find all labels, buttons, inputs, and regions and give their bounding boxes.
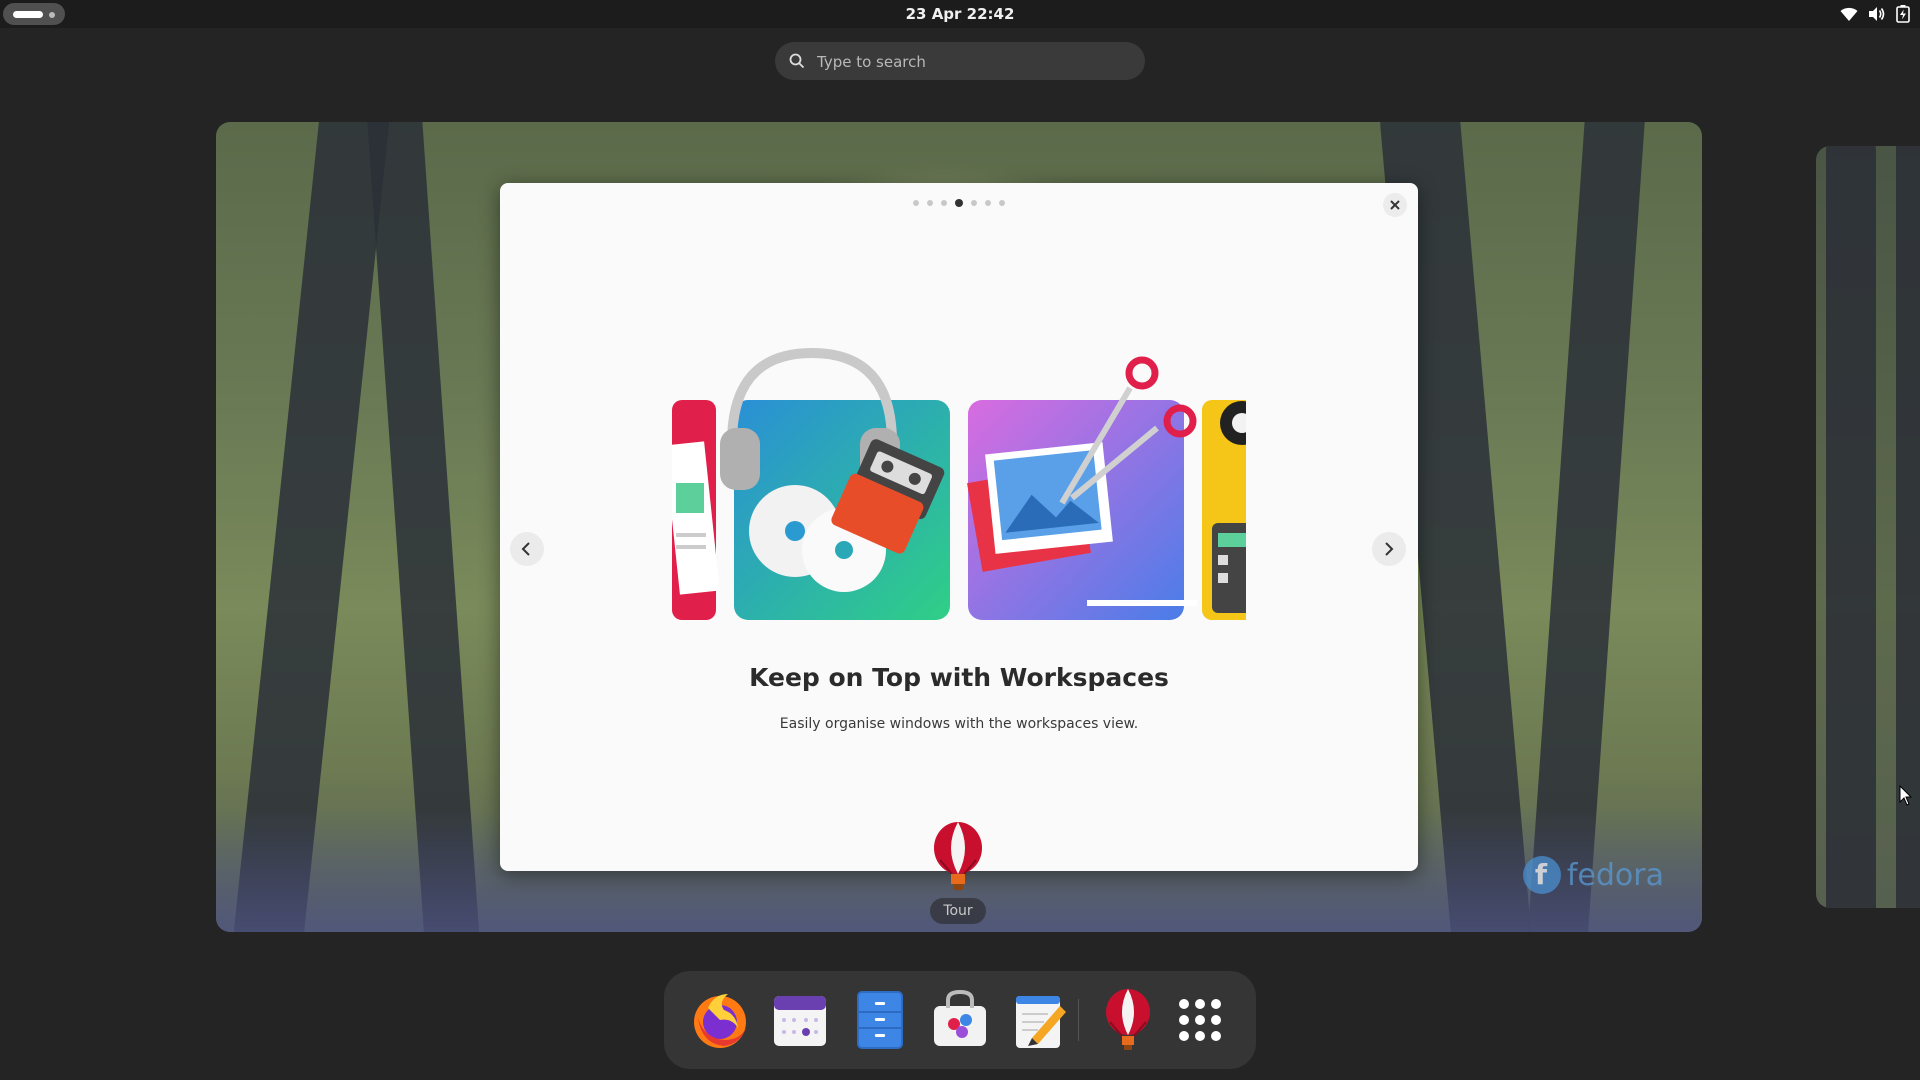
page-dot[interactable]: [971, 200, 977, 206]
fedora-wordmark: fedora: [1566, 857, 1664, 893]
tour-window[interactable]: Keep on Top with Workspaces Easily organ…: [500, 183, 1418, 871]
mouse-cursor-icon: [1899, 785, 1913, 806]
office-card: [1202, 400, 1246, 620]
workspaces-illustration: [672, 347, 1246, 620]
window-label: Tour: [930, 898, 986, 924]
text-editor-icon[interactable]: [1008, 988, 1072, 1052]
page-title: Keep on Top with Workspaces: [749, 663, 1169, 692]
search-icon: [789, 53, 805, 69]
page-dot[interactable]: [985, 200, 991, 206]
inactive-workspace-indicator: [49, 12, 55, 18]
page-dot[interactable]: [913, 200, 919, 206]
page-dot[interactable]: [927, 200, 933, 206]
active-workspace-indicator: [13, 11, 43, 18]
fedora-icon: [1522, 856, 1561, 894]
top-bar: 23 Apr 22:42: [0, 0, 1920, 28]
page-indicator: [500, 199, 1418, 207]
dash: [664, 971, 1256, 1069]
chevron-right-icon: [1385, 542, 1394, 556]
photos-card: [967, 356, 1197, 620]
activities-button[interactable]: [3, 3, 65, 25]
close-icon: [1390, 200, 1400, 210]
calendar-icon[interactable]: [768, 988, 832, 1052]
fedora-logo: fedora: [1522, 856, 1664, 894]
battery-icon: [1896, 5, 1910, 23]
wallpaper-tree: [364, 122, 483, 932]
clock[interactable]: 23 Apr 22:42: [906, 5, 1015, 23]
page-dot-active[interactable]: [955, 199, 963, 207]
previous-page-button[interactable]: [510, 532, 544, 566]
volume-icon: [1869, 7, 1885, 21]
search-bar[interactable]: [775, 42, 1145, 82]
media-card: [720, 347, 950, 620]
tour-app-icon: [934, 822, 982, 890]
wallpaper-tree: [229, 122, 393, 932]
close-button[interactable]: [1383, 193, 1407, 217]
next-page-button[interactable]: [1372, 532, 1406, 566]
page-dot[interactable]: [941, 200, 947, 206]
page-description: Easily organise windows with the workspa…: [779, 716, 1139, 732]
files-icon[interactable]: [848, 988, 912, 1052]
hot-air-balloon-icon[interactable]: [1096, 988, 1160, 1052]
wallpaper-tree: [1826, 146, 1876, 908]
system-tray[interactable]: [1840, 4, 1910, 24]
wifi-icon: [1840, 7, 1858, 21]
app-grid-icon[interactable]: [1168, 988, 1232, 1052]
firefox-icon[interactable]: [688, 988, 752, 1052]
wallpaper-tree: [1524, 122, 1648, 932]
documents-card: [672, 400, 720, 620]
page-dot[interactable]: [999, 200, 1005, 206]
chevron-left-icon: [521, 542, 530, 556]
dash-separator: [1078, 999, 1079, 1041]
software-store-icon[interactable]: [928, 988, 992, 1052]
search-input[interactable]: [815, 42, 1129, 82]
